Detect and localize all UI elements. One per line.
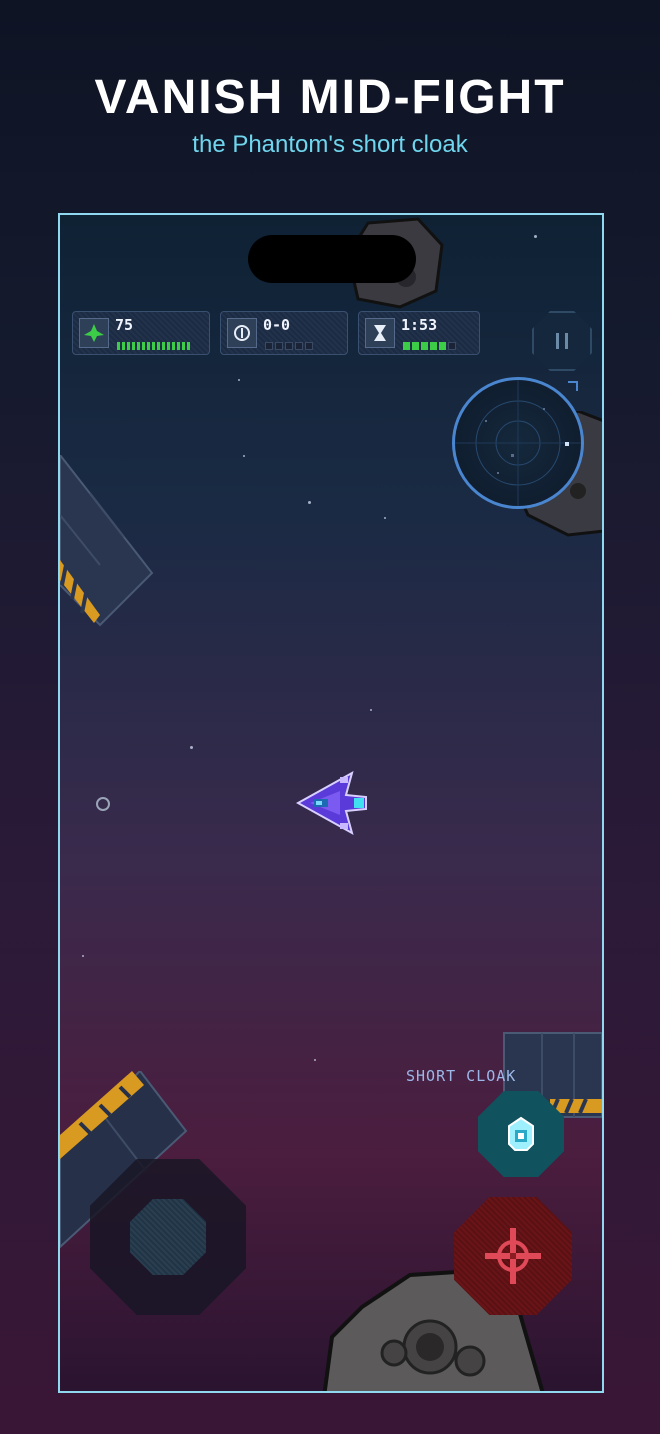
player-ship-phantom [296, 771, 367, 836]
star [190, 746, 193, 749]
star [534, 235, 537, 238]
promo-subtitle: the Phantom's short cloak [192, 131, 468, 158]
shield-score-icon [227, 318, 257, 348]
star [370, 709, 372, 711]
cloak-ghost-icon [508, 1116, 534, 1151]
short-cloak-button[interactable] [478, 1091, 564, 1177]
hud-score-panel: 0-0 [220, 311, 348, 355]
crosshair-icon [485, 1228, 541, 1284]
timer-value: 1:53 [401, 316, 438, 334]
space-station-panel-left [60, 455, 154, 627]
star [82, 955, 84, 957]
waypoint-ring [96, 797, 110, 811]
hourglass-icon [365, 318, 395, 348]
hull-bar [117, 342, 190, 350]
score-value: 0-0 [263, 316, 291, 334]
virtual-joystick-knob[interactable] [130, 1199, 206, 1275]
radar-minimap [452, 377, 584, 509]
hull-value: 75 [115, 316, 134, 334]
timer-bar [403, 342, 456, 350]
pause-icon [556, 333, 568, 349]
radar-corner-marker [568, 381, 578, 391]
star [238, 379, 240, 381]
promo-title: VANISH MID-FIGHT [94, 71, 566, 124]
hud-timer-panel: 1:53 [358, 311, 480, 355]
device-notch [248, 235, 416, 283]
star [243, 455, 245, 457]
hud-hull-panel: 75 [72, 311, 210, 355]
short-cloak-label: SHORT CLOAK [406, 1067, 517, 1085]
ship-health-icon [79, 318, 109, 348]
score-bar [265, 342, 313, 350]
star [384, 517, 386, 519]
star [314, 1059, 316, 1061]
star [308, 501, 311, 504]
pause-button[interactable] [532, 311, 592, 371]
game-screen[interactable]: 75 0-0 1:53 SHORT CLOAK [58, 213, 604, 1393]
